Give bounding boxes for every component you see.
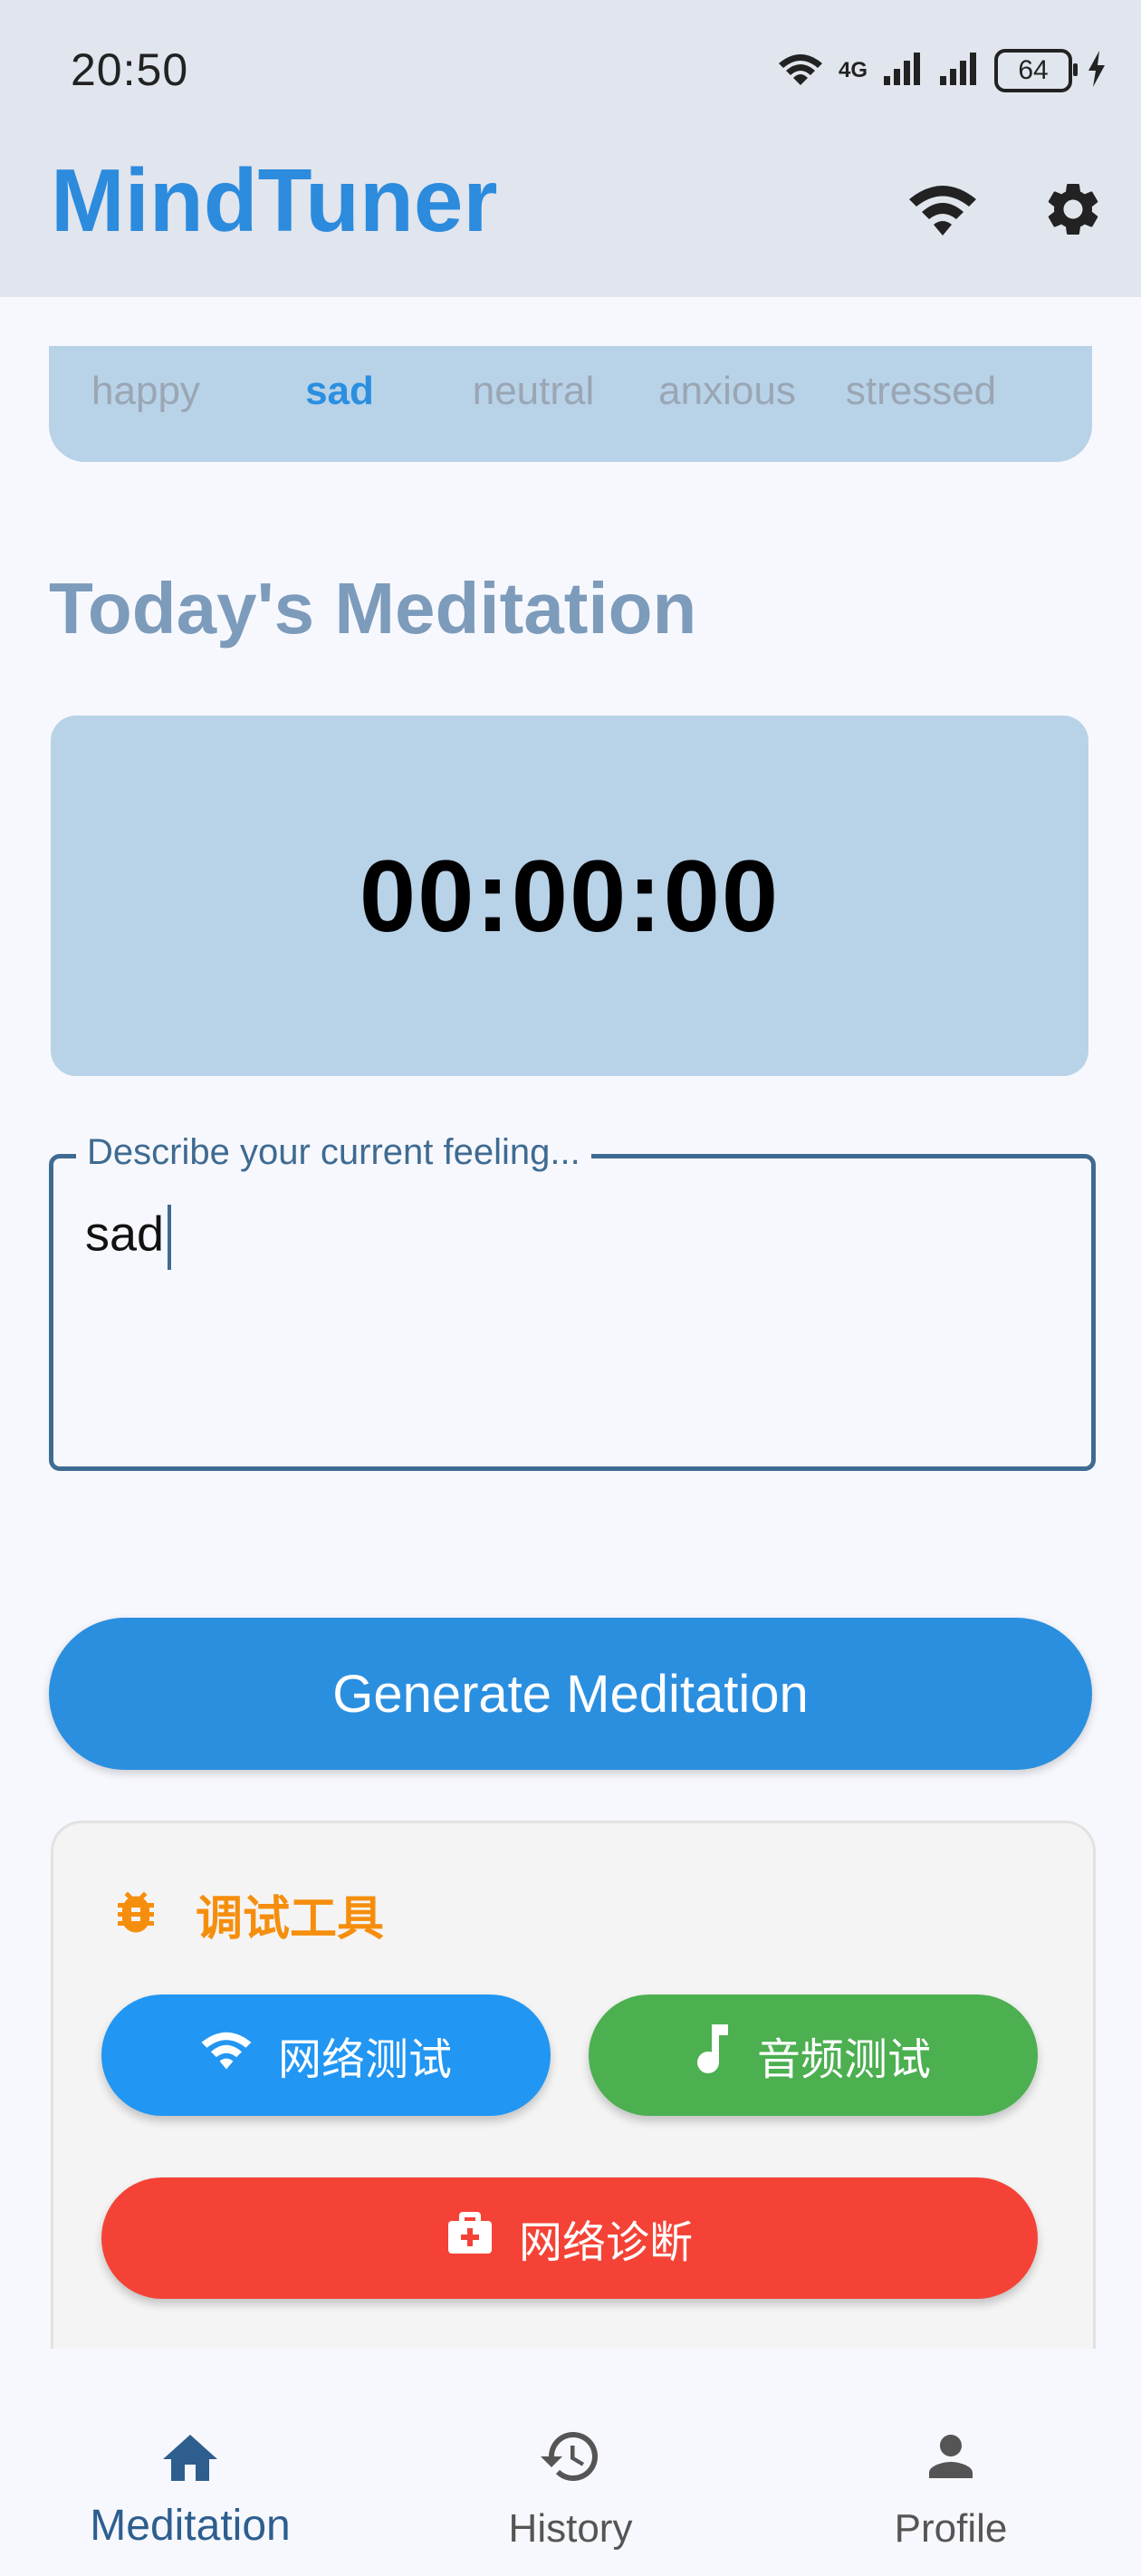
- nav-profile[interactable]: Profile: [815, 2424, 1087, 2552]
- mood-tab-happy[interactable]: happy: [49, 355, 243, 428]
- charging-icon: [1087, 50, 1107, 91]
- audio-test-button[interactable]: 音频测试: [589, 1994, 1038, 2116]
- feeling-input-value[interactable]: sad: [85, 1205, 172, 1270]
- bug-icon: [109, 1885, 163, 1944]
- debug-header: 调试工具: [109, 1880, 384, 1948]
- mood-tabs: happy sad neutral anxious stressed: [49, 355, 1092, 428]
- timer-card: 00:00:00: [51, 716, 1088, 1076]
- wifi-icon[interactable]: [907, 181, 978, 242]
- signal-icon: [882, 51, 924, 91]
- mood-tab-anxious[interactable]: anxious: [630, 355, 824, 428]
- person-icon: [918, 2424, 983, 2494]
- debug-title: 调试工具: [196, 1893, 385, 1946]
- status-icons: 4G 64: [777, 45, 1107, 96]
- app-actions: [907, 178, 1105, 245]
- text-caret: [168, 1205, 172, 1270]
- bottom-navigation: Meditation History Profile: [0, 2388, 1141, 2576]
- mood-tab-sad[interactable]: sad: [243, 355, 436, 428]
- home-icon: [158, 2424, 223, 2488]
- mood-tab-neutral[interactable]: neutral: [436, 355, 630, 428]
- signal-icon-2: [938, 51, 980, 91]
- timer-display: 00:00:00: [359, 839, 781, 953]
- battery-indicator: 64: [994, 49, 1078, 92]
- settings-gear-icon[interactable]: [1041, 178, 1105, 245]
- music-note-icon: [695, 2024, 732, 2086]
- section-title: Today's Meditation: [49, 568, 697, 649]
- wifi-icon: [200, 2029, 253, 2081]
- nav-history[interactable]: History: [435, 2424, 706, 2552]
- medical-kit-icon: [446, 2210, 494, 2266]
- network-type: 4G: [838, 58, 868, 82]
- nav-meditation[interactable]: Meditation: [54, 2424, 326, 2551]
- feeling-input-label: Describe your current feeling...: [76, 1132, 591, 1173]
- wifi-status-icon: [777, 51, 824, 91]
- nav-meditation-label: Meditation: [90, 2502, 291, 2550]
- mood-tab-stressed[interactable]: stressed: [824, 355, 1018, 428]
- network-test-button[interactable]: 网络测试: [101, 1994, 551, 2116]
- history-icon: [538, 2424, 603, 2494]
- nav-history-label: History: [508, 2506, 633, 2551]
- network-diagnose-button[interactable]: 网络诊断: [101, 2177, 1038, 2299]
- generate-meditation-button[interactable]: Generate Meditation: [49, 1618, 1092, 1770]
- nav-profile-label: Profile: [894, 2506, 1008, 2551]
- status-time: 20:50: [71, 44, 189, 95]
- feeling-input[interactable]: [49, 1154, 1096, 1471]
- app-title: MindTuner: [51, 150, 498, 250]
